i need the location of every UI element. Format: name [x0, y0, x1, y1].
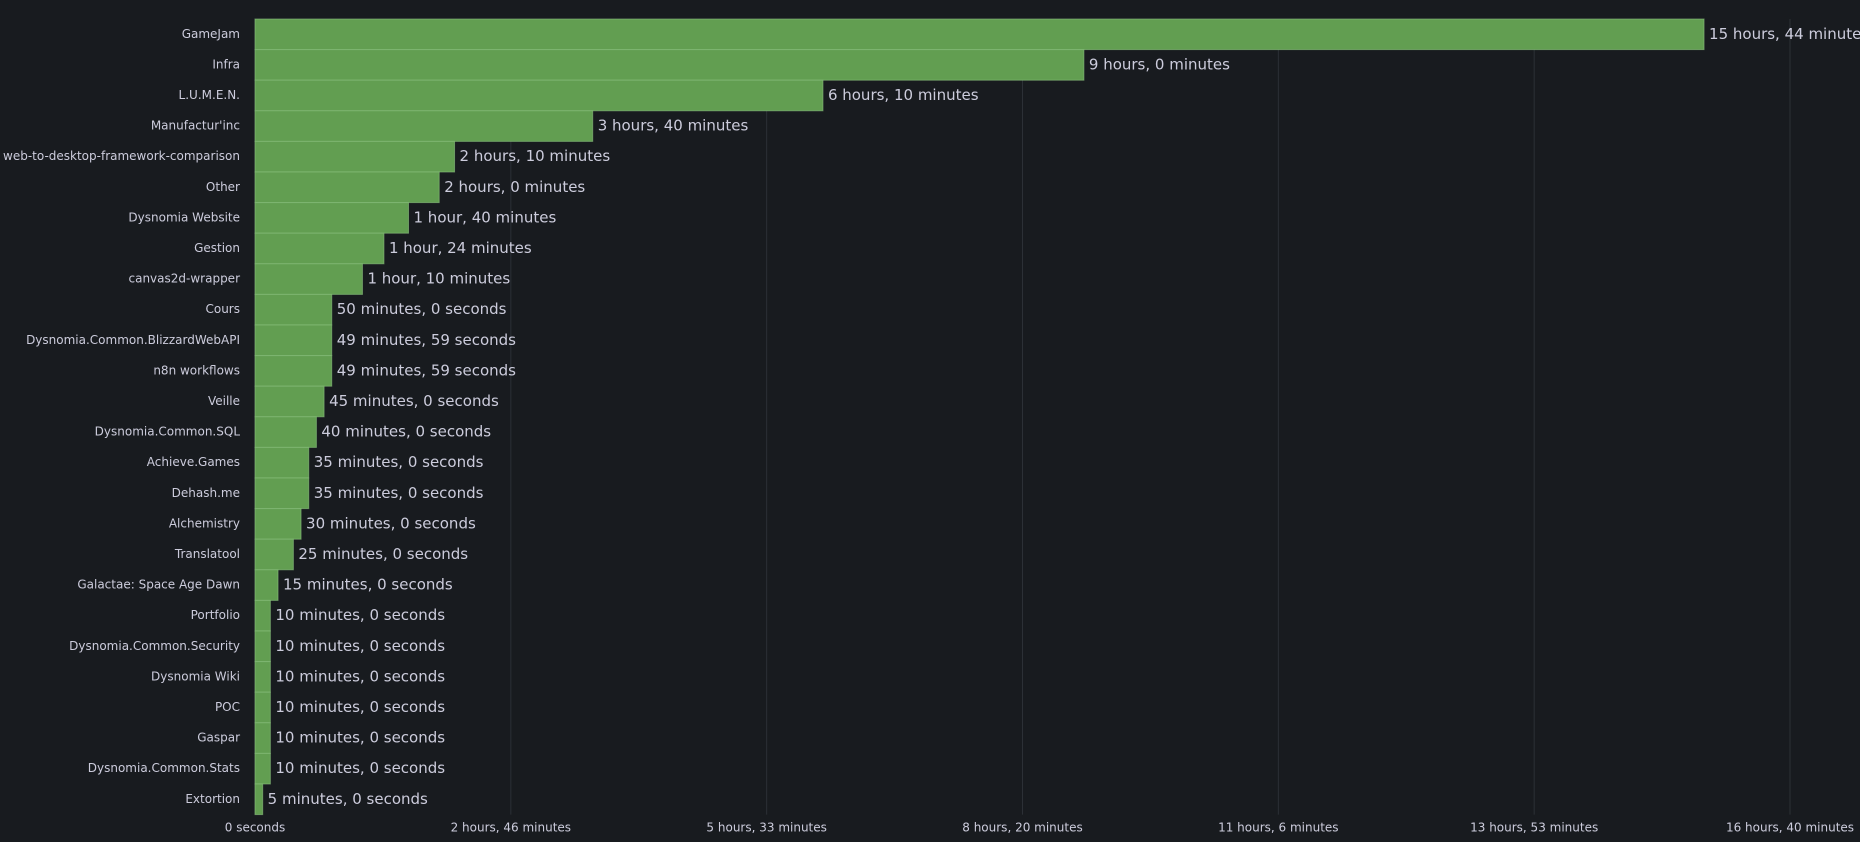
value-label: 15 hours, 44 minutes [1709, 25, 1860, 43]
bars [254, 18, 1705, 816]
category-label: POC [215, 700, 240, 714]
bar[interactable] [254, 18, 1705, 51]
category-label: Galactae: Space Age Dawn [77, 578, 240, 592]
value-label: 25 minutes, 0 seconds [298, 545, 468, 563]
category-label: Dehash.me [172, 486, 240, 500]
x-tick-label: 11 hours, 6 minutes [1218, 821, 1338, 835]
bar[interactable] [254, 232, 385, 265]
category-label: Dysnomia.Common.Security [69, 639, 240, 653]
value-label: 10 minutes, 0 seconds [275, 606, 445, 624]
category-label: Manufactur'inc [151, 119, 240, 133]
value-label: 35 minutes, 0 seconds [314, 484, 484, 502]
bar[interactable] [254, 691, 271, 724]
bar[interactable] [254, 569, 279, 601]
value-label: 49 minutes, 59 seconds [337, 361, 516, 379]
bar[interactable] [254, 171, 440, 204]
bar[interactable] [254, 783, 264, 816]
value-label: 5 minutes, 0 seconds [268, 790, 428, 808]
bar[interactable] [254, 599, 271, 632]
bar[interactable] [254, 446, 310, 479]
bar[interactable] [254, 49, 1085, 81]
bar[interactable] [254, 752, 271, 785]
value-label: 9 hours, 0 minutes [1089, 55, 1230, 73]
category-label: Other [206, 180, 240, 194]
bar[interactable] [254, 661, 271, 693]
category-label: GameJam [182, 27, 240, 41]
category-label: Veille [208, 394, 240, 408]
category-label: Cours [205, 302, 240, 316]
category-label: Dysnomia.Common.Stats [88, 761, 240, 775]
bar[interactable] [254, 202, 409, 234]
category-labels: GameJam Infra L.U.M.E.N. Manufactur'inc web-… [3, 27, 240, 806]
value-label: 10 minutes, 0 seconds [275, 759, 445, 777]
value-label: 30 minutes, 0 seconds [306, 514, 476, 532]
x-axis-ticks: 0 seconds 2 hours, 46 minutes 5 hours, 33 … [225, 821, 1854, 835]
category-label: Achieve.Games [147, 455, 240, 469]
bar[interactable] [254, 508, 302, 540]
category-label: web-to-desktop-framework-comparison [3, 149, 240, 163]
x-tick-label: 0 seconds [225, 821, 286, 835]
value-label: 1 hour, 10 minutes [367, 270, 510, 288]
bar[interactable] [254, 477, 310, 510]
value-label: 40 minutes, 0 seconds [321, 423, 491, 441]
category-label: Alchemistry [169, 516, 240, 530]
category-label: Gaspar [197, 731, 240, 745]
category-label: Gestion [194, 241, 240, 255]
x-tick-label: 13 hours, 53 minutes [1470, 821, 1598, 835]
category-label: L.U.M.E.N. [179, 88, 240, 102]
value-label: 10 minutes, 0 seconds [275, 667, 445, 685]
bar[interactable] [254, 722, 271, 754]
bar[interactable] [254, 263, 363, 295]
value-label: 15 minutes, 0 seconds [283, 576, 453, 594]
bar[interactable] [254, 385, 325, 418]
bar[interactable] [254, 538, 294, 571]
value-labels: 15 hours, 44 minutes 9 hours, 0 minutes 6 … [268, 25, 1860, 808]
category-label: Dysnomia Website [128, 210, 240, 224]
value-label: 3 hours, 40 minutes [598, 117, 749, 135]
x-tick-label: 8 hours, 20 minutes [962, 821, 1082, 835]
category-label: Dysnomia Wiki [151, 669, 240, 683]
bar-chart: GameJam Infra L.U.M.E.N. Manufactur'inc web-… [3, 18, 1860, 835]
bar[interactable] [254, 110, 594, 142]
value-label: 6 hours, 10 minutes [828, 86, 979, 104]
bar[interactable] [254, 630, 271, 663]
category-label: Dysnomia.Common.SQL [95, 425, 241, 439]
bar[interactable] [254, 293, 333, 326]
value-label: 2 hours, 0 minutes [444, 178, 585, 196]
value-label: 10 minutes, 0 seconds [275, 729, 445, 747]
value-label: 50 minutes, 0 seconds [337, 300, 507, 318]
category-label: n8n workflows [153, 363, 240, 377]
category-label: Extortion [185, 792, 240, 806]
bar[interactable] [254, 355, 333, 387]
category-label: Dysnomia.Common.BlizzardWebAPI [26, 333, 240, 347]
value-label: 1 hour, 40 minutes [414, 208, 557, 226]
value-label: 49 minutes, 59 seconds [337, 331, 516, 349]
bar[interactable] [254, 324, 333, 357]
x-tick-label: 16 hours, 40 minutes [1726, 821, 1854, 835]
value-label: 2 hours, 10 minutes [460, 147, 611, 165]
bar[interactable] [254, 416, 317, 448]
value-label: 1 hour, 24 minutes [389, 239, 532, 257]
bar[interactable] [254, 79, 824, 112]
category-label: Portfolio [191, 608, 240, 622]
value-label: 10 minutes, 0 seconds [275, 637, 445, 655]
bar[interactable] [254, 140, 456, 173]
category-label: canvas2d-wrapper [129, 272, 241, 286]
x-tick-label: 2 hours, 46 minutes [451, 821, 571, 835]
value-label: 35 minutes, 0 seconds [314, 453, 484, 471]
value-label: 10 minutes, 0 seconds [275, 698, 445, 716]
value-label: 45 minutes, 0 seconds [329, 392, 499, 410]
x-tick-label: 5 hours, 33 minutes [706, 821, 826, 835]
category-label: Infra [212, 57, 240, 71]
category-label: Translatool [174, 547, 240, 561]
